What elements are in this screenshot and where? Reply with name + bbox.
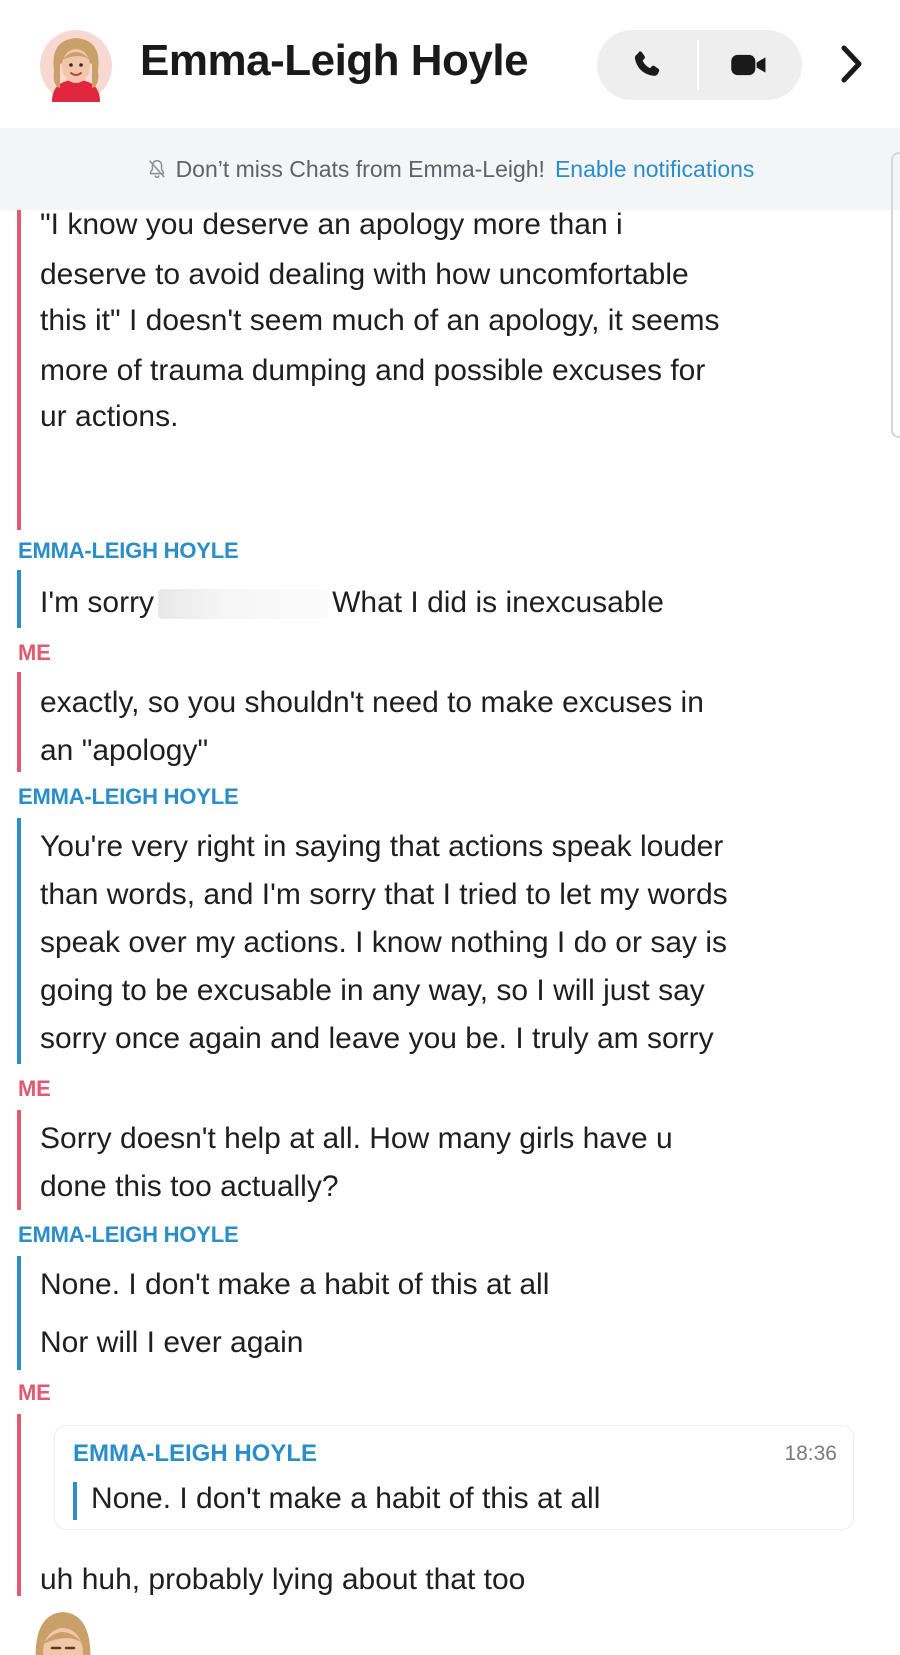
message-line: more of trauma dumping and possible excu… — [40, 354, 706, 387]
message-text: What I did is inexcusable — [332, 586, 664, 619]
enable-notifications-link[interactable]: Enable notifications — [555, 156, 754, 183]
chevron-right-icon — [841, 45, 862, 83]
message-line: deserve to avoid dealing with how uncomf… — [40, 258, 689, 291]
me-message-bar — [17, 1110, 21, 1210]
message-line: done this too actually? — [40, 1170, 339, 1203]
quoted-bar — [73, 1482, 77, 1520]
voice-call-button[interactable] — [597, 30, 697, 100]
quoted-sender: EMMA-LEIGH HOYLE — [73, 1440, 317, 1467]
message-line: You're very right in saying that actions… — [40, 830, 724, 863]
chat-details-button[interactable] — [832, 38, 872, 90]
me-message-bar — [17, 1414, 21, 1596]
message-line: Sorry doesn't help at all. How many girl… — [40, 1122, 673, 1155]
sender-label-emma: EMMA-LEIGH HOYLE — [18, 1222, 239, 1247]
sender-label-me: ME — [18, 1380, 51, 1405]
chat-message[interactable]: Nor will I ever again — [40, 1320, 303, 1366]
chat-message[interactable]: I'm sorry What I did is inexcusable — [40, 580, 664, 626]
message-line: "I know you deserve an apology more than… — [40, 208, 623, 241]
message-line: than words, and I'm sorry that I tried t… — [40, 878, 728, 911]
message-text: I'm sorry — [40, 586, 155, 619]
message-line: sorry once again and leave you be. I tru… — [40, 1022, 714, 1055]
quoted-timestamp: 18:36 — [784, 1442, 837, 1465]
message-line: an "apology" — [40, 734, 209, 767]
phone-icon — [634, 51, 660, 76]
call-controls — [597, 30, 802, 100]
message-line: this it" I doesn't seem much of an apolo… — [40, 304, 720, 337]
chat-message[interactable]: uh huh, probably lying about that too — [40, 1557, 525, 1603]
quoted-message-card[interactable]: EMMA-LEIGH HOYLE 18:36 None. I don't mak… — [54, 1425, 854, 1530]
notification-banner: Don’t miss Chats from Emma-Leigh! Enable… — [0, 128, 900, 210]
quoted-text: None. I don't make a habit of this at al… — [91, 1482, 601, 1515]
them-message-bar — [17, 818, 21, 1064]
message-line: going to be excusable in any way, so I w… — [40, 974, 705, 1007]
sender-label-emma: EMMA-LEIGH HOYLE — [18, 784, 239, 809]
message-line: speak over my actions. I know nothing I … — [40, 926, 727, 959]
them-message-bar — [17, 1256, 21, 1370]
me-message-bar — [17, 672, 21, 772]
sender-label-me: ME — [18, 1076, 51, 1101]
message-line: exactly, so you shouldn't need to make e… — [40, 686, 704, 719]
scroll-indicator[interactable] — [891, 152, 900, 438]
them-message-bar — [17, 570, 21, 628]
bitmoji-avatar-icon — [35, 1612, 91, 1655]
video-call-button[interactable] — [699, 30, 799, 100]
video-camera-icon — [731, 54, 766, 76]
contact-avatar[interactable] — [40, 30, 112, 102]
bell-off-icon — [146, 158, 168, 180]
chat-message[interactable]: None. I don't make a habit of this at al… — [40, 1262, 549, 1308]
sender-label-me: ME — [18, 640, 51, 665]
chat-header: Emma-Leigh Hoyle — [0, 0, 900, 125]
bitmoji-avatar-icon — [40, 30, 112, 102]
message-line: ur actions. — [40, 400, 179, 433]
contact-name[interactable]: Emma-Leigh Hoyle — [140, 36, 529, 86]
sender-label-emma: EMMA-LEIGH HOYLE — [18, 538, 239, 563]
me-message-bar — [17, 210, 21, 530]
redacted-region — [158, 589, 329, 620]
typing-avatar — [30, 1608, 96, 1655]
notification-text: Don’t miss Chats from Emma-Leigh! — [175, 155, 545, 182]
